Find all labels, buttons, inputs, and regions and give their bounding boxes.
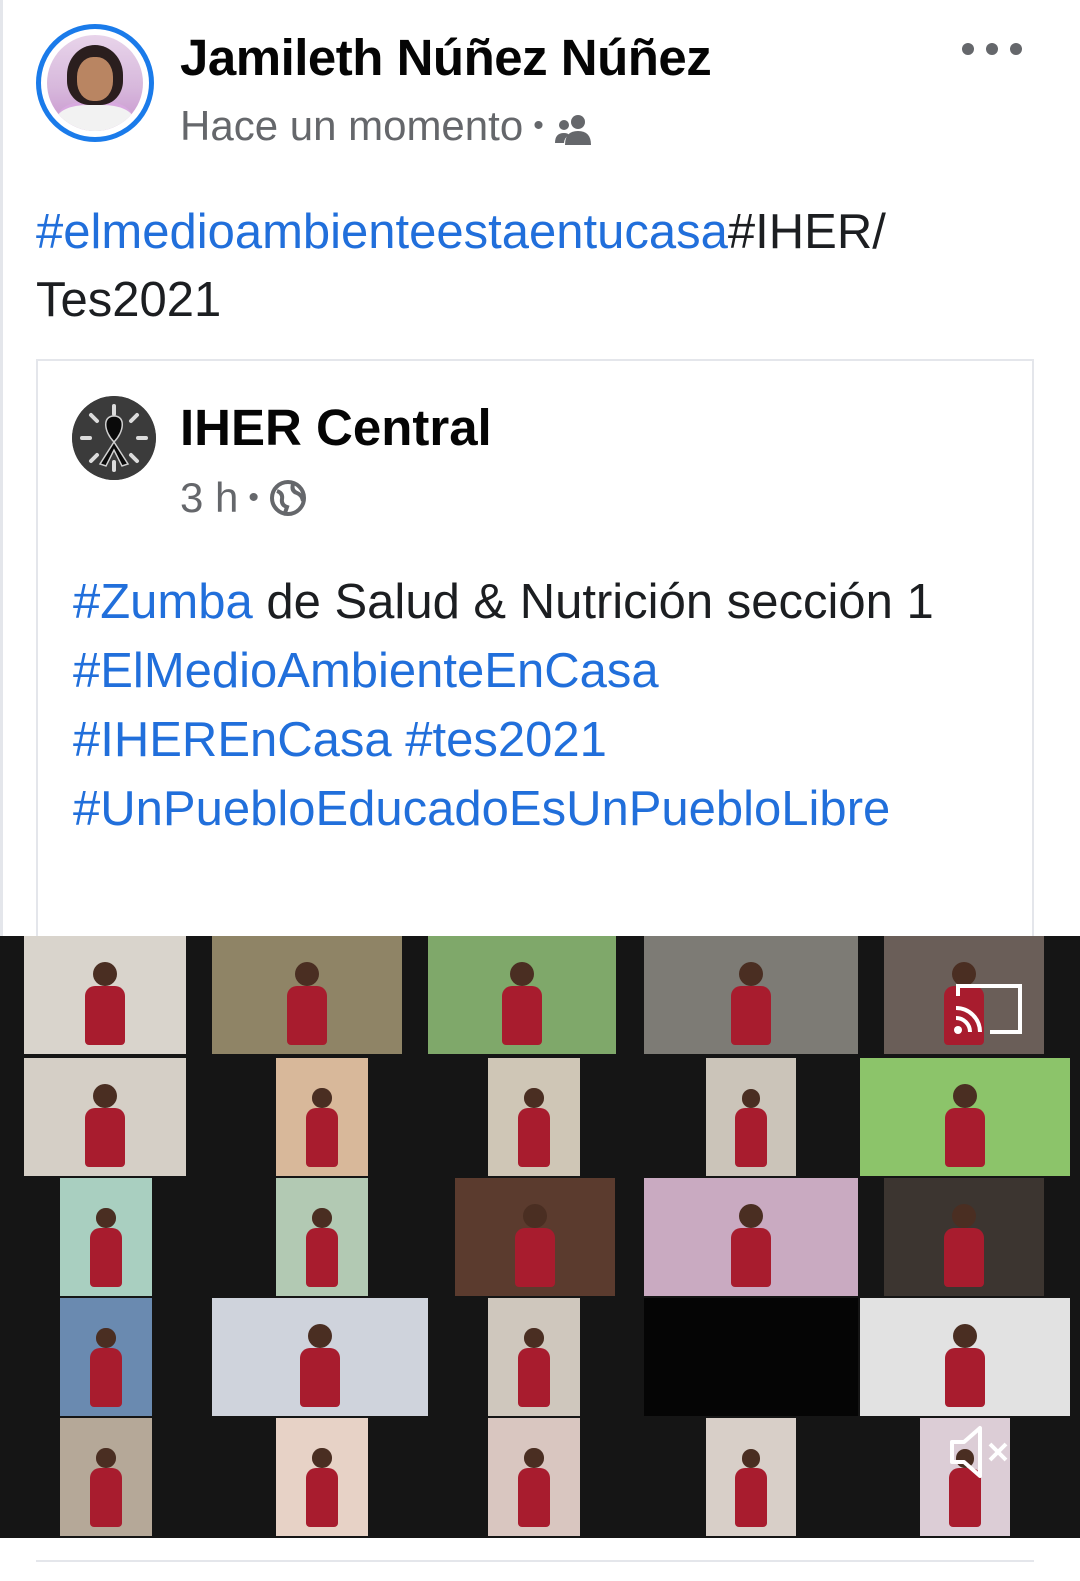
shared-post-text: #Zumba de Salud & Nutrición sección 1 #E… xyxy=(73,568,1013,844)
participant-tile xyxy=(428,936,616,1054)
participant-tile xyxy=(212,1298,428,1416)
participant-tile xyxy=(884,1178,1044,1296)
page-name[interactable]: IHER Central xyxy=(180,398,492,457)
participant-tile xyxy=(60,1418,152,1536)
hashtag-link[interactable]: #ElMedioAmbienteEnCasa xyxy=(73,644,659,698)
shared-text-rest: de Salud & Nutrición sección 1 xyxy=(252,575,934,629)
post-meta: Hace un momento • xyxy=(180,102,594,150)
participant-tile xyxy=(276,1058,368,1176)
participant-tile xyxy=(24,1058,186,1176)
participant-tile xyxy=(488,1298,580,1416)
mourning-ribbon-icon xyxy=(72,396,156,480)
meta-separator: • xyxy=(248,481,259,514)
participant-tile xyxy=(24,936,186,1054)
more-options-icon[interactable] xyxy=(962,36,1022,62)
post-time[interactable]: Hace un momento xyxy=(180,102,523,150)
post-text: #elmedioambienteestaentucasa#IHER/ Tes20… xyxy=(36,198,1036,334)
participant-tile xyxy=(60,1178,152,1296)
hashtag-zumba[interactable]: #Zumba xyxy=(73,575,253,629)
hashtag-link[interactable]: #IHEREnCasa xyxy=(73,713,392,767)
participant-tile xyxy=(644,936,858,1054)
participant-tile xyxy=(706,1058,796,1176)
friends-icon[interactable] xyxy=(554,109,594,145)
participant-tile xyxy=(706,1418,796,1536)
participant-tile xyxy=(644,1298,858,1416)
card-bottom-border xyxy=(36,1560,1034,1562)
participant-tile xyxy=(488,1418,580,1536)
author-name[interactable]: Jamileth Núñez Núñez xyxy=(180,28,712,87)
shared-post-time[interactable]: 3 h xyxy=(180,474,238,522)
profile-photo xyxy=(47,35,143,131)
participant-tile xyxy=(60,1298,152,1416)
participant-tile xyxy=(860,1298,1070,1416)
video-player[interactable] xyxy=(0,936,1080,1538)
muted-speaker-icon[interactable] xyxy=(948,1420,1012,1484)
hashtag-link[interactable]: #elmedioambienteestaentucasa xyxy=(36,205,728,259)
participant-tile xyxy=(488,1058,580,1176)
participant-tile xyxy=(212,936,402,1054)
shared-post-meta: 3 h • xyxy=(180,474,307,522)
participant-tile xyxy=(276,1418,368,1536)
participant-tile xyxy=(860,1058,1070,1176)
meta-separator: • xyxy=(533,109,544,142)
left-border xyxy=(0,0,3,940)
page-avatar[interactable] xyxy=(72,396,156,480)
participant-tile xyxy=(276,1178,368,1296)
hashtag-link[interactable]: #tes2021 xyxy=(405,713,607,767)
author-avatar[interactable] xyxy=(36,24,154,142)
participant-tile xyxy=(644,1178,858,1296)
participant-tile xyxy=(455,1178,615,1296)
hashtag-link[interactable]: #UnPuebloEducadoEsUnPuebloLibre xyxy=(73,782,890,836)
cast-icon[interactable] xyxy=(950,980,1026,1038)
globe-icon[interactable] xyxy=(269,479,307,517)
